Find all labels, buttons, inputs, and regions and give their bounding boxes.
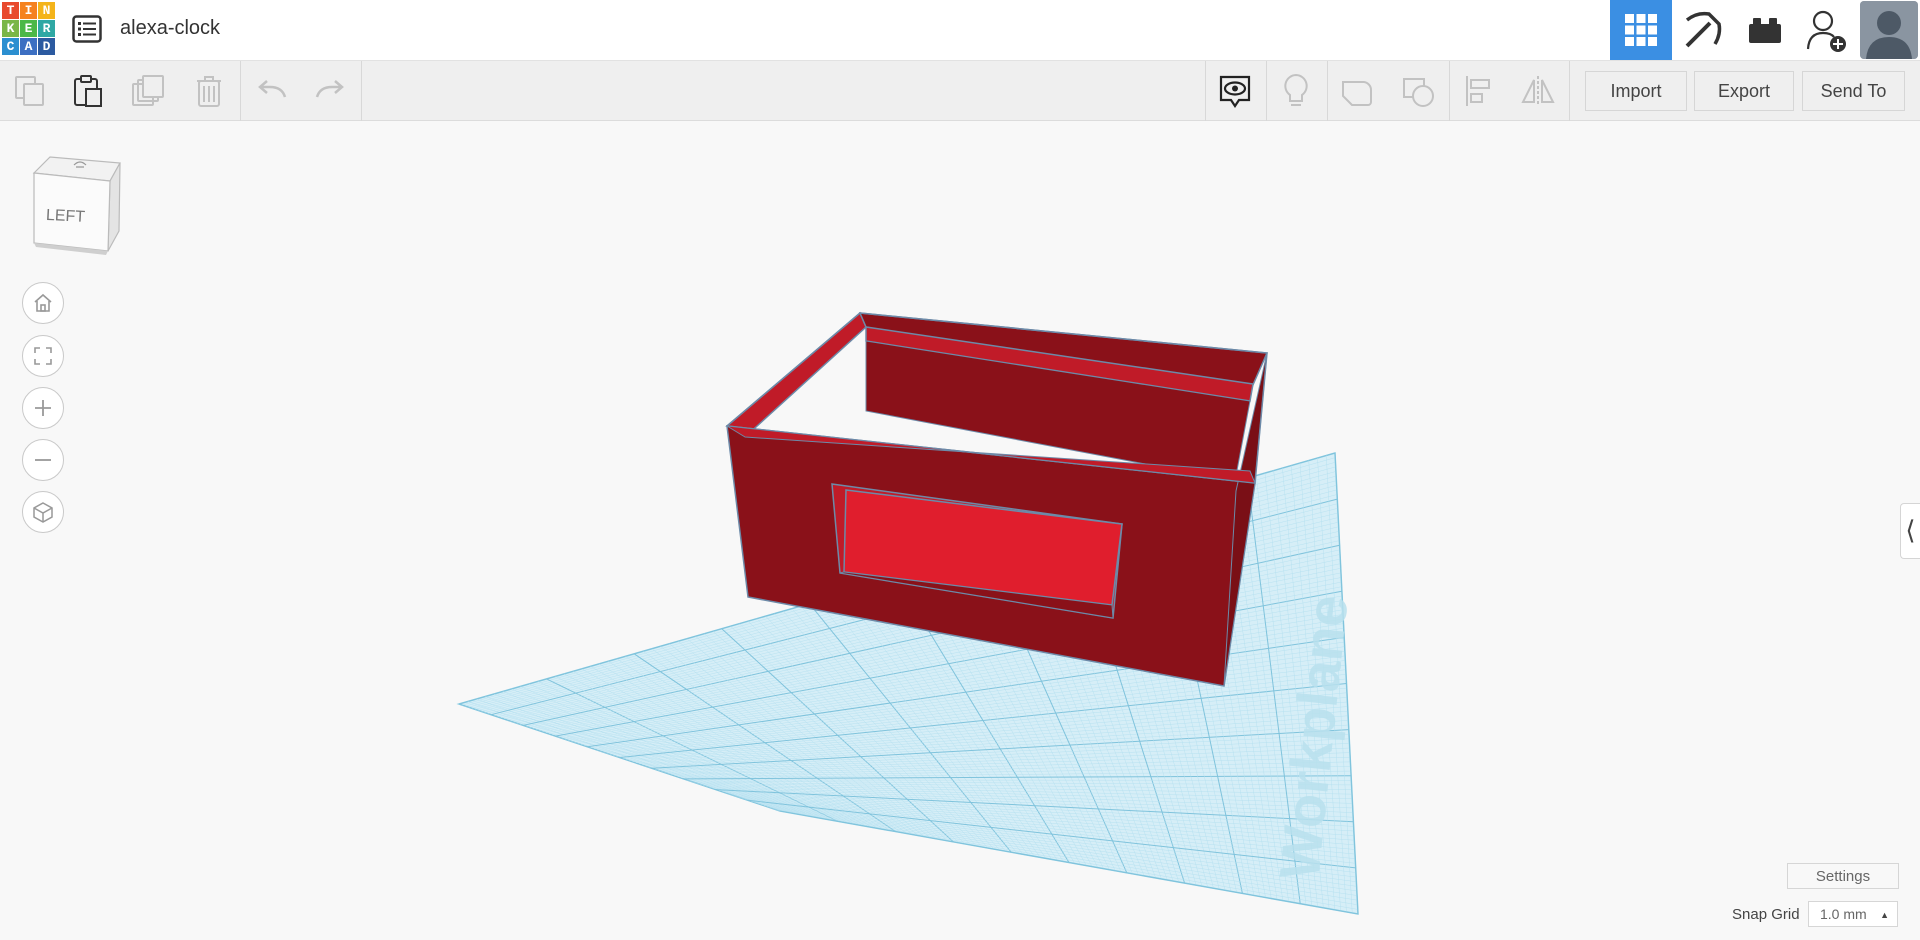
view-cube[interactable]: LEFT [24,151,126,261]
3d-viewport[interactable]: Workplane LEFT ⟨ Settings Snap Grid 1.0 … [0,121,1920,940]
import-button[interactable]: Import [1585,71,1687,111]
duplicate-icon [132,75,164,106]
redo-button[interactable] [310,71,350,111]
logo-letter: C [2,38,19,55]
bricks-icon [1749,18,1781,43]
logo-letter: E [20,20,37,37]
show-notes-button[interactable] [1215,71,1255,111]
show-notes-icon [1219,75,1251,108]
zoom-in-icon [35,400,51,416]
duplicate-button[interactable] [128,71,168,111]
paste-button[interactable] [68,71,108,111]
perspective-icon [33,502,53,523]
delete-button[interactable] [189,71,229,111]
ungroup-icon [1403,78,1434,107]
mirror-icon [1521,76,1555,106]
group-icon [1342,81,1373,106]
tinkercad-logo[interactable]: TIN KER CAD [2,2,56,56]
align-button[interactable] [1459,71,1499,111]
export-button[interactable]: Export [1694,71,1794,111]
redo-icon [315,80,344,98]
logo-letter: T [2,2,19,19]
fit-view-icon [34,347,52,365]
home-view-button[interactable] [22,282,64,324]
snap-grid-value: 1.0 mm [1820,906,1867,922]
undo-icon [258,80,287,98]
light-bulb-icon [1284,73,1308,106]
invite-people-button[interactable] [1796,0,1858,60]
logo-letter: D [38,38,55,55]
logo-letter: R [38,20,55,37]
align-icon [1466,76,1490,106]
codeblocks-button[interactable] [1672,0,1734,60]
perspective-toggle-button[interactable] [22,491,64,533]
copy-button[interactable] [10,71,50,111]
settings-button[interactable]: Settings [1787,863,1899,889]
side-panel-toggle[interactable]: ⟨ [1900,503,1920,559]
zoom-out-button[interactable] [22,439,64,481]
edit-toolbar: Import Export Send To [0,61,1920,121]
add-user-icon [1806,10,1846,52]
logo-letter: A [20,38,37,55]
workplane-scene[interactable]: Workplane [0,121,1920,940]
top-bar: TIN KER CAD alexa-clock [0,0,1920,61]
design-menu-button[interactable] [72,15,102,43]
group-button[interactable] [1337,71,1377,111]
snap-grid-label: Snap Grid [1732,906,1800,923]
logo-letter: K [2,20,19,37]
light-bulb-button[interactable] [1276,71,1316,111]
delete-icon [197,76,221,107]
menu-list-icon [72,15,102,43]
avatar[interactable] [1860,1,1918,59]
logo-letter: I [20,2,37,19]
snap-grid-select[interactable]: 1.0 mm ▲ [1808,901,1898,927]
bricks-button[interactable] [1734,0,1796,60]
logo-letter: N [38,2,55,19]
send-to-button[interactable]: Send To [1802,71,1905,111]
view-cube-face-label: LEFT [46,207,86,226]
ungroup-button[interactable] [1398,71,1438,111]
3d-design-view-button[interactable] [1610,0,1672,60]
paste-icon [74,75,102,107]
zoom-out-icon [35,459,51,461]
caret-up-icon: ▲ [1880,910,1889,920]
tinkercad-editor: TIN KER CAD alexa-clock Import Export Send… [0,0,1920,940]
grid-view-icon [1625,14,1657,46]
undo-button[interactable] [252,71,292,111]
fit-view-button[interactable] [22,335,64,377]
home-icon [34,293,52,312]
design-title[interactable]: alexa-clock [120,17,220,40]
pickaxe-icon [1685,11,1722,48]
mirror-button[interactable] [1518,71,1558,111]
zoom-in-button[interactable] [22,387,64,429]
copy-icon [15,76,44,106]
